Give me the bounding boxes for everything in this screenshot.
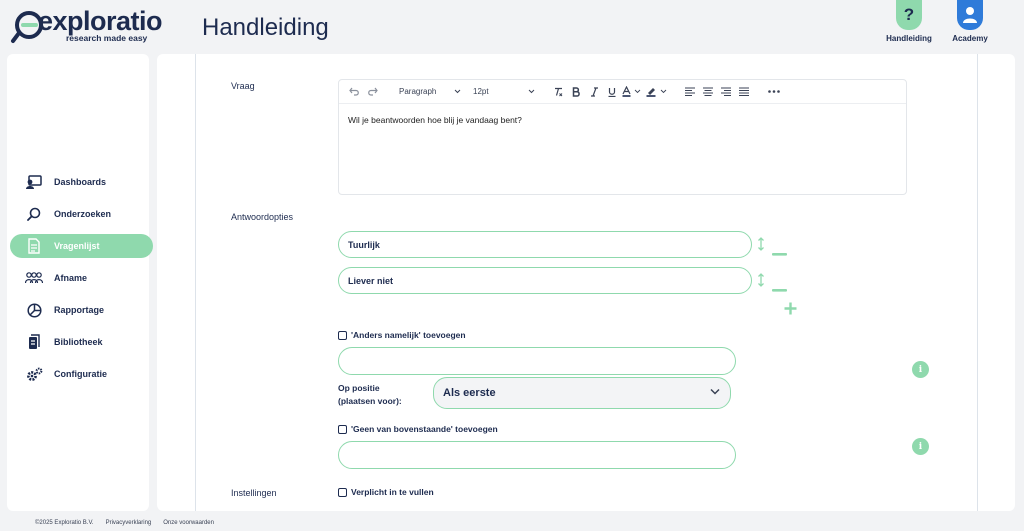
app-header: exploratio research made easy Handleidin…: [0, 0, 1024, 52]
page-title: Handleiding: [202, 14, 329, 41]
sidebar-item-afname[interactable]: Afname: [10, 266, 153, 290]
required-checkbox-row[interactable]: Verplicht in te vullen: [338, 487, 434, 497]
chevron-down-icon: [710, 388, 720, 395]
position-select[interactable]: Als eerste: [433, 377, 731, 409]
sidebar-item-label: Vragenlijst: [54, 241, 100, 251]
sidebar-item-label: Onderzoeken: [54, 209, 112, 219]
logo-tagline: research made easy: [66, 33, 148, 43]
align-left-icon[interactable]: [681, 83, 699, 101]
none-option-input[interactable]: [338, 441, 736, 469]
question-label: Vraag: [231, 81, 255, 91]
academy-button[interactable]: Academy: [940, 0, 1000, 43]
checkbox[interactable]: [338, 330, 347, 340]
settings-label: Instellingen: [231, 488, 277, 498]
align-right-icon[interactable]: [717, 83, 735, 101]
italic-icon[interactable]: [585, 83, 603, 101]
block-format-select[interactable]: Paragraph: [395, 83, 465, 101]
bold-icon[interactable]: [567, 83, 585, 101]
position-label: Op positie (plaatsen voor):: [338, 382, 402, 408]
other-option-input[interactable]: [338, 347, 736, 375]
position-label-line2: (plaatsen voor):: [338, 396, 402, 406]
chevron-down-icon: [528, 89, 535, 94]
sidebar-item-dashboards[interactable]: Dashboards: [10, 170, 153, 194]
document-icon: [24, 236, 44, 256]
align-justify-icon[interactable]: [735, 83, 753, 101]
align-center-icon[interactable]: [699, 83, 717, 101]
sidebar-item-label: Bibliotheek: [54, 337, 103, 347]
footer-terms-link[interactable]: Onze voorwaarden: [163, 520, 214, 526]
other-option-checkbox-row[interactable]: 'Anders namelijk' toevoegen: [338, 330, 466, 340]
highlight-color-icon[interactable]: [645, 83, 669, 101]
info-icon[interactable]: i: [912, 438, 929, 455]
sidebar-item-label: Dashboards: [54, 177, 107, 187]
remove-option-icon[interactable]: [772, 243, 787, 261]
add-option-icon[interactable]: [784, 302, 797, 320]
logo[interactable]: exploratio research made easy: [10, 6, 163, 44]
footer-copyright: ©2025 Exploratio B.V.: [35, 520, 94, 526]
font-size-value: 12pt: [473, 87, 489, 96]
font-size-select[interactable]: 12pt: [469, 83, 539, 101]
clear-format-icon[interactable]: [549, 83, 567, 101]
help-button[interactable]: ? Handleiding: [879, 0, 939, 43]
sidebar-item-onderzoeken[interactable]: Onderzoeken: [10, 202, 153, 226]
redo-icon[interactable]: [363, 83, 381, 101]
sidebar-item-bibliotheek[interactable]: Bibliotheek: [10, 330, 153, 354]
answer-option-input[interactable]: Liever niet: [338, 267, 752, 294]
library-icon: [24, 332, 44, 352]
checkbox-label: 'Anders namelijk' toevoegen: [351, 330, 466, 340]
search-icon: [24, 204, 44, 224]
question-icon: ?: [896, 0, 922, 30]
checkbox-label: Verplicht in te vullen: [351, 487, 434, 497]
drag-handle-icon[interactable]: [757, 237, 765, 256]
editor-content[interactable]: Wil je beantwoorden hoe blij je vandaag …: [348, 115, 522, 125]
gears-icon: [24, 364, 44, 384]
checkbox[interactable]: [338, 424, 347, 434]
none-option-checkbox-row[interactable]: 'Geen van bovenstaande' toevoegen: [338, 424, 498, 434]
position-label-line1: Op positie: [338, 383, 380, 393]
rich-text-editor[interactable]: Paragraph 12pt Wil je beantwoorden hoe b…: [338, 79, 907, 195]
drag-handle-icon[interactable]: [757, 273, 765, 292]
editor-toolbar: Paragraph 12pt: [339, 80, 906, 104]
checkbox[interactable]: [338, 487, 347, 497]
users-icon: [24, 268, 44, 288]
sidebar-item-configuratie[interactable]: Configuratie: [10, 362, 153, 386]
sidebar-item-label: Configuratie: [54, 369, 107, 379]
block-format-value: Paragraph: [399, 87, 437, 96]
sidebar-item-label: Afname: [54, 273, 88, 283]
sidebar-item-label: Rapportage: [54, 305, 105, 315]
chevron-down-icon: [454, 89, 461, 94]
undo-icon[interactable]: [345, 83, 363, 101]
position-select-value: Als eerste: [443, 387, 496, 399]
underline-icon[interactable]: [603, 83, 621, 101]
text-color-icon[interactable]: [621, 83, 643, 101]
remove-option-icon[interactable]: [772, 279, 787, 297]
footer: ©2025 Exploratio B.V. Privacyverklaring …: [0, 515, 1024, 531]
dashboard-icon: [24, 172, 44, 192]
more-options-icon[interactable]: [765, 83, 783, 101]
answer-option-input[interactable]: Tuurlijk: [338, 231, 752, 258]
footer-privacy-link[interactable]: Privacyverklaring: [106, 520, 152, 526]
sidebar-item-rapportage[interactable]: Rapportage: [10, 298, 153, 322]
user-icon: [957, 0, 983, 30]
answers-label: Antwoordopties: [231, 212, 294, 222]
help-button-label: Handleiding: [886, 34, 932, 43]
checkbox-label: 'Geen van bovenstaande' toevoegen: [351, 424, 498, 434]
pie-chart-icon: [24, 300, 44, 320]
info-icon[interactable]: i: [912, 361, 929, 378]
academy-button-label: Academy: [952, 34, 988, 43]
sidebar-item-vragenlijst[interactable]: Vragenlijst: [10, 234, 153, 258]
